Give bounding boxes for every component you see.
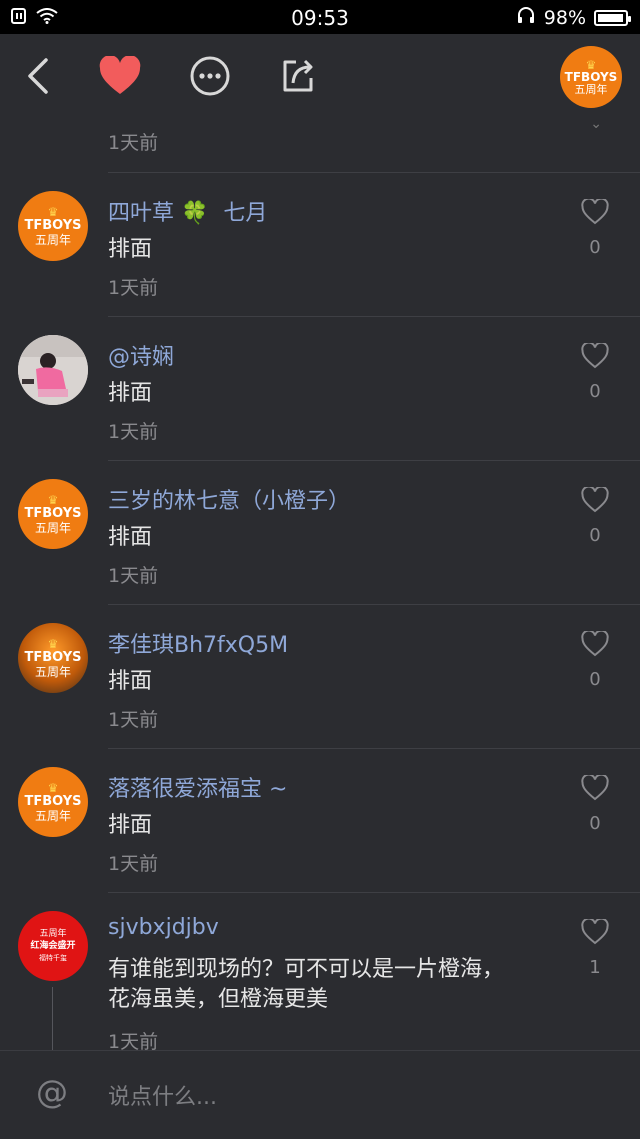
author-name: 三岁的林七意（小橙子） — [108, 489, 351, 514]
comment-item: 五周年 红海会盛开 福特千玺 sjvbxjdjbv 有谁能到现场的？可不可以是一… — [0, 893, 640, 1050]
avatar[interactable]: ♛ TFBOYS 五周年 — [18, 623, 88, 693]
comment-author[interactable]: @诗娴 — [108, 339, 174, 371]
comment-author[interactable]: 落落很爱添福宝 ~ — [108, 771, 287, 803]
like-button[interactable]: 1 — [580, 919, 610, 978]
like-button[interactable]: 0 — [580, 487, 610, 546]
comment-author[interactable]: 三岁的林七意（小橙子） — [108, 483, 350, 515]
like-post-button[interactable] — [96, 52, 144, 100]
list-item-partial: 1天前 ⌄ — [108, 118, 640, 173]
avatar-text-1: 五周年 — [39, 928, 67, 939]
like-count: 0 — [589, 669, 601, 690]
comment-text: 排面 — [108, 669, 153, 694]
avatar-text-1: TFBOYS — [24, 217, 82, 233]
top-toolbar: ♛ TFBOYS 五周年 — [0, 34, 640, 118]
avatar[interactable]: ♛ TFBOYS 五周年 — [18, 767, 88, 837]
like-button[interactable]: 0 — [580, 343, 610, 402]
share-button[interactable] — [274, 52, 322, 100]
heart-outline-icon — [581, 199, 609, 225]
avatar-text-2: 五周年 — [574, 82, 608, 96]
thread-line — [52, 987, 53, 1050]
author-name-suffix: 七月 — [223, 201, 268, 226]
avatar[interactable]: ♛ TFBOYS 五周年 — [18, 191, 88, 261]
battery-icon — [594, 9, 631, 26]
like-button[interactable]: 0 — [580, 631, 610, 690]
avatar-text-1: TFBOYS — [24, 649, 82, 665]
avatar-text-1: TFBOYS — [24, 505, 82, 521]
author-name: 李佳琪Bh7fxQ5M — [108, 633, 289, 658]
comment-text: 排面 — [108, 237, 153, 262]
chevron-down-icon: ⌄ — [590, 118, 602, 132]
crown-icon: ♛ — [47, 780, 59, 795]
like-count: 0 — [589, 813, 601, 834]
comment-author[interactable]: 李佳琪Bh7fxQ5M — [108, 627, 288, 659]
comment-time: 1天前 — [108, 853, 159, 875]
comment-time: 1天前 — [108, 1031, 159, 1050]
back-button[interactable] — [14, 52, 62, 100]
avatar-text-2: 五周年 — [34, 808, 71, 823]
comment-time: 1天前 — [108, 277, 159, 299]
crown-icon: ♛ — [47, 204, 59, 219]
comment-time: 1天前 — [108, 421, 159, 443]
heart-outline-icon — [581, 775, 609, 801]
comment-author[interactable]: sjvbxjdjbv — [108, 915, 219, 940]
heart-icon — [99, 56, 141, 94]
comment-item: @诗娴 排面 1天前 0 — [0, 317, 640, 461]
mention-icon[interactable]: @ — [36, 1073, 68, 1111]
author-avatar[interactable]: ♛ TFBOYS 五周年 — [560, 46, 622, 108]
comment-item: ♛ TFBOYS 五周年 落落很爱添福宝 ~ 排面 1天前 0 — [0, 749, 640, 893]
like-count: 1 — [589, 957, 601, 978]
more-button[interactable] — [186, 52, 234, 100]
comment-list[interactable]: 1天前 ⌄ ♛ TFBOYS 五周年 四叶草 🍀 七月 排面 1天前 0 @诗娴… — [0, 118, 640, 1050]
comment-text: 排面 — [108, 381, 153, 406]
heart-outline-icon — [581, 343, 609, 369]
comment-input-bar: @ 说点什么... — [0, 1050, 640, 1139]
comment-time: 1天前 — [108, 709, 159, 731]
author-name: sjvbxjdjbv — [108, 915, 219, 940]
crown-icon: ♛ — [47, 636, 59, 651]
avatar[interactable] — [18, 335, 88, 405]
back-icon — [28, 58, 48, 94]
crown-icon: ♛ — [47, 492, 59, 507]
heart-outline-icon — [581, 631, 609, 657]
headset-icon — [516, 6, 536, 29]
comment-input[interactable]: 说点什么... — [108, 1079, 217, 1111]
comment-text: 有谁能到现场的？可不可以是一片橙海，花海虽美，但橙海更美 — [108, 957, 505, 1012]
author-name: 四叶草 — [108, 201, 175, 226]
status-bar: 09:53 98% — [0, 0, 640, 34]
author-name: 落落很爱添福宝 ~ — [108, 777, 288, 802]
avatar-photo — [18, 335, 88, 405]
share-icon — [283, 59, 313, 92]
avatar[interactable]: ♛ TFBOYS 五周年 — [18, 479, 88, 549]
comment-item: ♛ TFBOYS 五周年 李佳琪Bh7fxQ5M 排面 1天前 0 — [0, 605, 640, 749]
heart-outline-icon — [581, 919, 609, 945]
like-count: 0 — [589, 237, 601, 258]
comment-text: 排面 — [108, 813, 153, 838]
clover-icon: 🍀 — [181, 201, 209, 226]
like-count: 0 — [589, 381, 601, 402]
battery-percent: 98% — [543, 6, 586, 29]
avatar[interactable]: 五周年 红海会盛开 福特千玺 — [18, 911, 88, 981]
avatar-text-2: 五周年 — [34, 664, 71, 679]
comment-time: 1天前 — [108, 565, 159, 587]
comment-text: 排面 — [108, 525, 153, 550]
avatar-text-3: 福特千玺 — [39, 953, 67, 962]
like-button[interactable]: 0 — [580, 775, 610, 834]
author-name: @诗娴 — [108, 345, 175, 370]
avatar-text-2: 红海会盛开 — [30, 940, 76, 951]
avatar-text-2: 五周年 — [34, 232, 71, 247]
comment-item: ♛ TFBOYS 五周年 三岁的林七意（小橙子） 排面 1天前 0 — [0, 461, 640, 605]
avatar-text-2: 五周年 — [34, 520, 71, 535]
comment-author[interactable]: 四叶草 🍀 七月 — [108, 195, 267, 227]
like-count: 0 — [589, 525, 601, 546]
crown-icon: ♛ — [585, 57, 597, 72]
avatar-text-1: TFBOYS — [564, 69, 618, 84]
heart-outline-icon — [581, 487, 609, 513]
comment-item: ♛ TFBOYS 五周年 四叶草 🍀 七月 排面 1天前 0 — [0, 173, 640, 317]
like-button[interactable]: 0 — [580, 199, 610, 258]
comment-time: 1天前 — [108, 132, 159, 154]
more-icon — [190, 56, 230, 96]
avatar-text-1: TFBOYS — [24, 793, 82, 809]
